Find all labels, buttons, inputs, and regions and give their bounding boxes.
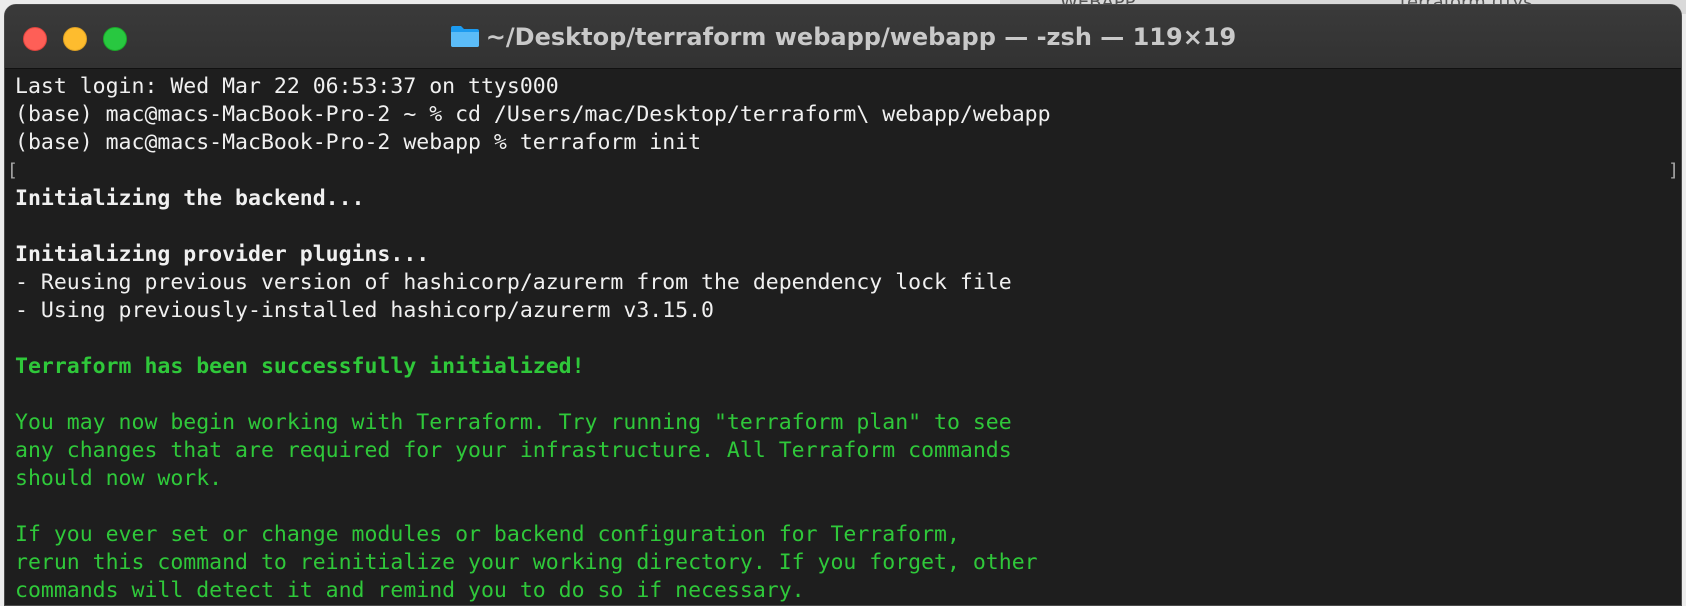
- terminal-line: - Using previously-installed hashicorp/a…: [15, 298, 714, 323]
- terminal-line: (base) mac@macs-MacBook-Pro-2 ~ % cd /Us…: [15, 102, 1051, 127]
- terminal-window: ~/Desktop/terraform webapp/webapp — -zsh…: [4, 4, 1682, 606]
- title-bar[interactable]: ~/Desktop/terraform webapp/webapp — -zsh…: [5, 5, 1681, 69]
- terminal-line: (base) mac@macs-MacBook-Pro-2 webapp % t…: [15, 130, 702, 155]
- terminal-line: any changes that are required for your i…: [15, 438, 1012, 463]
- terminal-line: Initializing the backend...: [15, 186, 365, 211]
- terminal-line: Initializing provider plugins...: [15, 242, 430, 267]
- terminal-line: If you ever set or change modules or bac…: [15, 522, 960, 547]
- window-title: ~/Desktop/terraform webapp/webapp — -zsh…: [5, 23, 1681, 51]
- terminal-line: Last login: Wed Mar 22 06:53:37 on ttys0…: [15, 74, 559, 99]
- terminal-output[interactable]: Last login: Wed Mar 22 06:53:37 on ttys0…: [5, 69, 1681, 605]
- terminal-line: Terraform has been successfully initiali…: [15, 354, 585, 379]
- terminal-line: - Reusing previous version of hashicorp/…: [15, 270, 1012, 295]
- mark-bracket-left: [: [7, 160, 18, 181]
- folder-icon: [450, 26, 479, 47]
- terminal-line-marker: []: [7, 157, 1681, 185]
- terminal-line: You may now begin working with Terraform…: [15, 410, 1012, 435]
- terminal-line: commands will detect it and remind you t…: [15, 578, 805, 603]
- window-title-text: ~/Desktop/terraform webapp/webapp — -zsh…: [485, 23, 1237, 51]
- mark-bracket-right: ]: [1668, 160, 1679, 181]
- terminal-line: should now work.: [15, 466, 223, 491]
- terminal-line: rerun this command to reinitialize your …: [15, 550, 1038, 575]
